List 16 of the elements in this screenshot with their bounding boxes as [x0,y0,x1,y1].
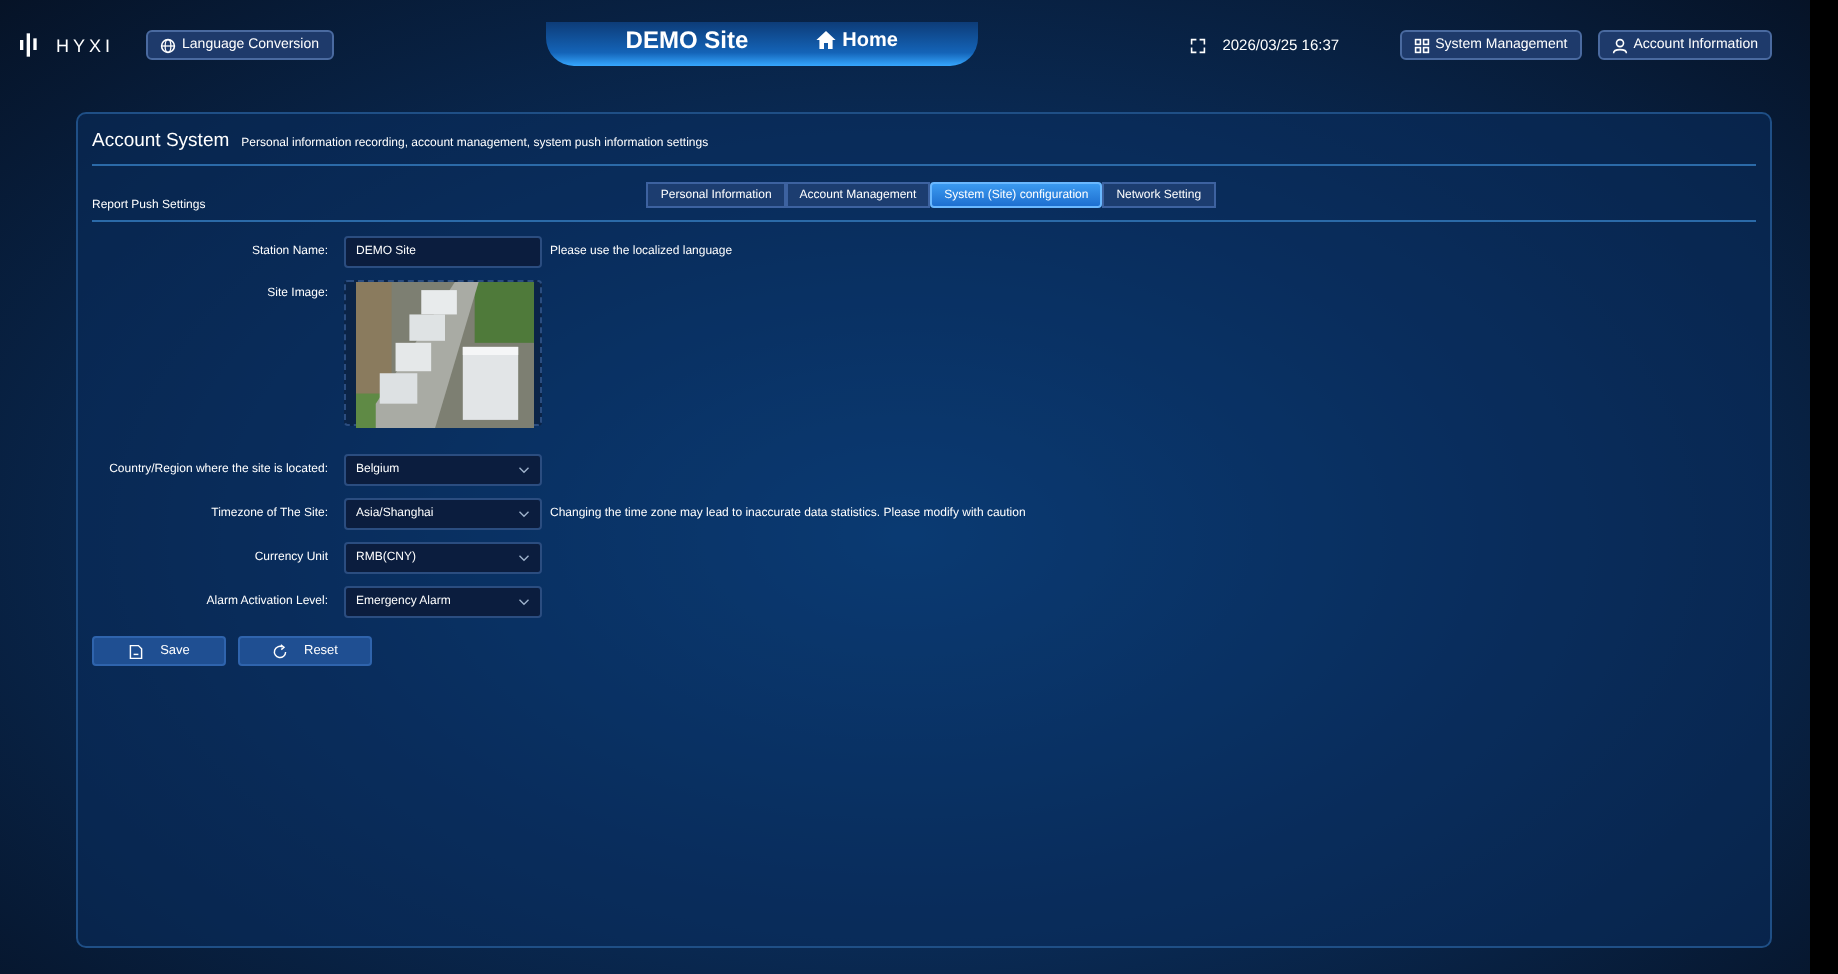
fullscreen-icon[interactable] [1190,37,1207,53]
reset-icon [272,643,288,659]
logo-text: HYXI [56,35,115,55]
site-title: DEMO Site [625,26,749,54]
chevron-down-icon [518,554,530,562]
home-link[interactable]: Home [816,29,898,51]
save-icon [128,643,145,659]
chevron-down-icon [518,466,530,474]
logo-icon [20,32,40,58]
home-icon [816,30,837,50]
user-icon [1611,37,1628,53]
chevron-down-icon [518,598,530,606]
globe-icon [160,37,177,53]
grid-icon [1413,37,1430,53]
chevron-down-icon [518,510,530,518]
panel-title: Account System [92,130,230,152]
